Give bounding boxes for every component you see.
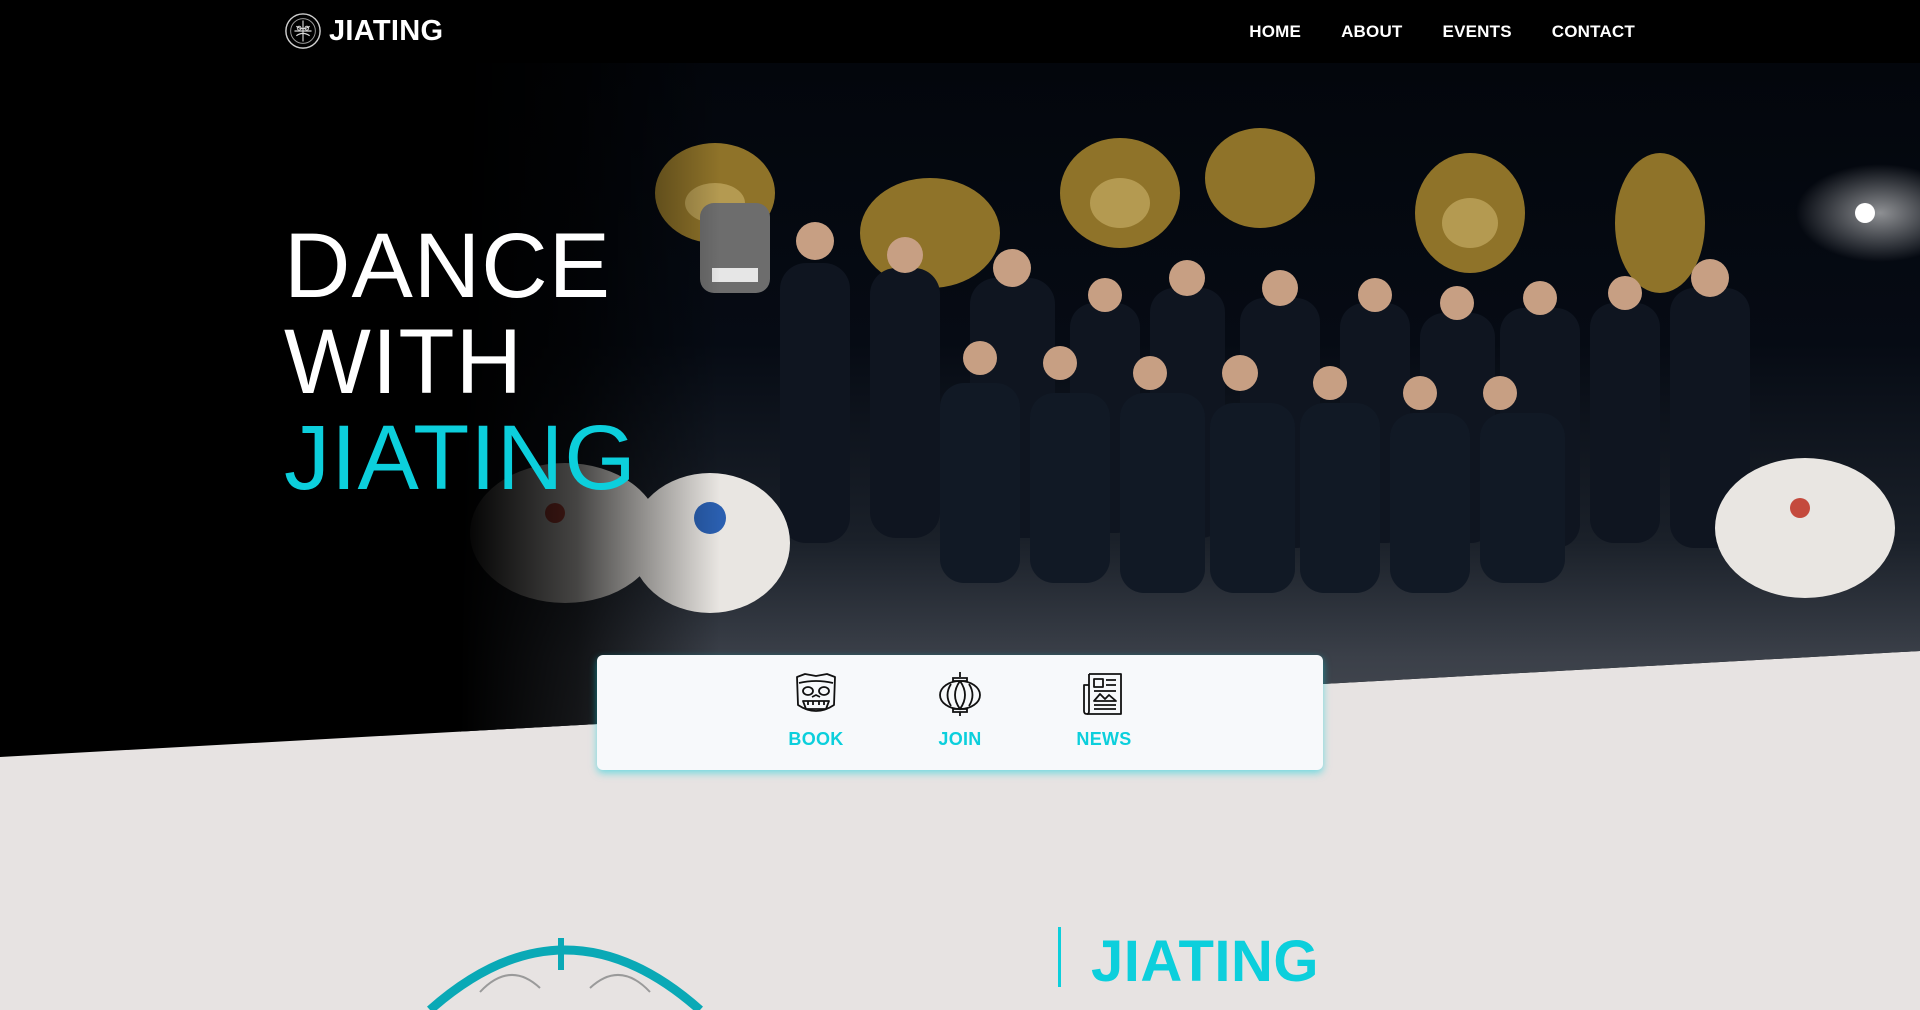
hero-title-line1: DANCE — [284, 215, 612, 317]
top-navbar: JIATING HOME ABOUT EVENTS CONTACT — [0, 0, 1920, 63]
hero-title: DANCE WITH JIATING — [284, 218, 637, 506]
book-label: BOOK — [788, 729, 844, 749]
emblem-icon — [427, 938, 703, 1010]
news-link[interactable]: NEWS — [1061, 671, 1147, 770]
jiating-logo-icon — [285, 13, 321, 49]
nav-about[interactable]: ABOUT — [1341, 22, 1402, 42]
lion-head-icon — [796, 673, 836, 712]
brand-name: JIATING — [329, 15, 444, 47]
nav-contact[interactable]: CONTACT — [1552, 22, 1635, 42]
join-link[interactable]: JOIN — [917, 671, 1003, 770]
book-link[interactable]: BOOK — [773, 671, 859, 770]
main-menu: HOME ABOUT EVENTS CONTACT — [1249, 0, 1635, 63]
nav-home[interactable]: HOME — [1249, 22, 1301, 42]
nav-events[interactable]: EVENTS — [1443, 22, 1512, 42]
brand-home-link[interactable]: JIATING — [284, 12, 443, 50]
news-label: NEWS — [1076, 729, 1132, 749]
quick-links-card: BOOK JOIN NEWS — [597, 655, 1323, 770]
newspaper-icon — [1083, 673, 1122, 715]
lantern-icon — [939, 672, 981, 716]
hero-title-line3: JIATING — [284, 407, 637, 509]
about-heading-block: JIATING — [1058, 927, 1319, 994]
join-label: JOIN — [938, 729, 982, 749]
about-title: JIATING — [1091, 929, 1319, 994]
hero-title-line2: WITH — [284, 311, 524, 413]
